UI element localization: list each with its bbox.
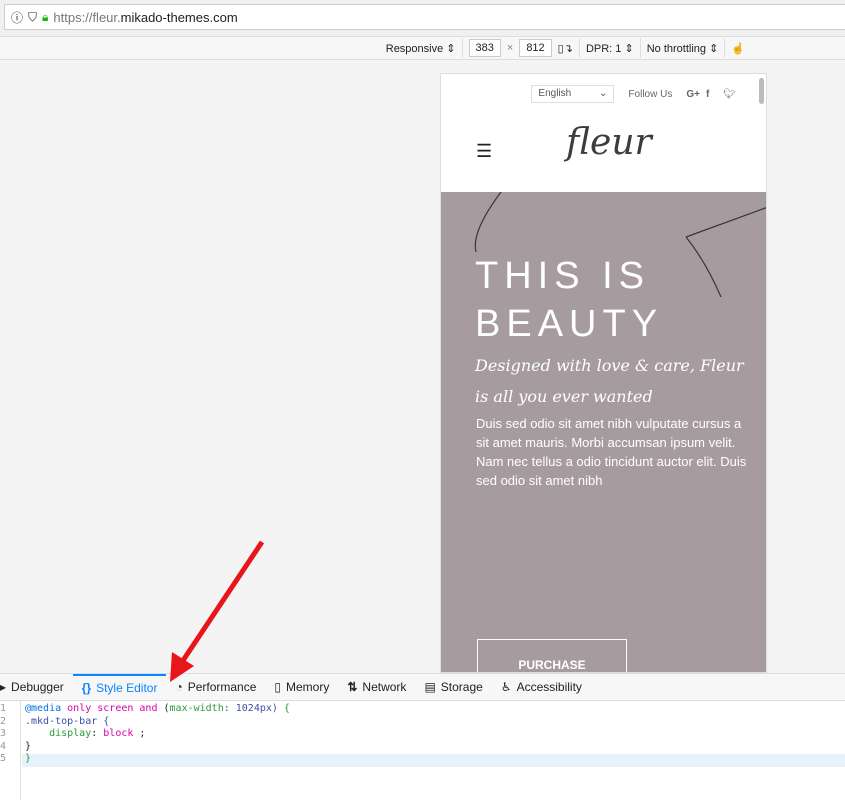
dpr-select[interactable]: DPR: 1 ⇕ xyxy=(586,42,634,55)
device-select[interactable]: Responsive ⇕ xyxy=(386,42,456,55)
site-header: ☰ fleur xyxy=(441,114,766,192)
top-bar: English ⌄ Follow Us G+ f 🐦︎ xyxy=(441,74,766,114)
width-input[interactable]: 383 xyxy=(468,39,501,57)
line-number: 5 xyxy=(0,753,7,765)
follow-us-label: Follow Us xyxy=(628,88,673,100)
hero-subtitle: Designed with love & care, Fleur is all … xyxy=(475,356,744,406)
chip-icon: ▯ xyxy=(274,680,282,694)
rotate-icon[interactable]: ▯↴ xyxy=(558,42,573,55)
url-text[interactable]: https://fleur.mikado-themes.com xyxy=(53,10,237,25)
accessibility-icon: ♿︎ xyxy=(500,680,512,694)
hero-title: THIS IS BEAUTY xyxy=(475,255,664,345)
gauge-icon: ◔ xyxy=(175,680,183,694)
tab-debugger[interactable]: ▸ Debugger xyxy=(0,674,73,701)
css-source[interactable]: @media only screen and (max-width: 1024p… xyxy=(25,703,290,766)
devtools-tabs: ▸ Debugger {} Style Editor ◔ Performance ▯ M… xyxy=(0,673,845,701)
storage-icon: ▤ xyxy=(424,680,436,694)
dimension-separator: × xyxy=(506,42,514,54)
line-number: 4 xyxy=(0,740,7,752)
info-icon[interactable]: ⓘ xyxy=(11,9,23,26)
twitter-icon[interactable]: 🐦︎ xyxy=(723,89,736,100)
facebook-icon[interactable]: f xyxy=(706,89,709,100)
tab-accessibility[interactable]: ♿︎ Accessibility xyxy=(492,674,591,701)
arrows-up-down-icon: ⇅ xyxy=(347,680,358,694)
line-number: 2 xyxy=(0,715,7,727)
responsive-toolbar: Responsive ⇕ 383 × 812 ▯↴ DPR: 1 ⇕ No th… xyxy=(0,36,845,60)
tab-network[interactable]: ⇅ Network xyxy=(338,674,415,701)
height-input[interactable]: 812 xyxy=(519,39,552,57)
line-number: 3 xyxy=(0,728,7,740)
debugger-icon: ▸ xyxy=(0,680,7,694)
language-select[interactable]: English ⌄ xyxy=(531,85,615,103)
code-editor[interactable]: 1 2 3 4 5 @media only screen and (max-wi… xyxy=(0,701,845,800)
hamburger-menu-icon[interactable]: ☰ xyxy=(476,141,492,162)
google-plus-icon[interactable]: G+ xyxy=(686,89,700,100)
braces-icon: {} xyxy=(81,681,92,695)
throttling-select[interactable]: No throttling ⇕ xyxy=(647,42,719,55)
device-viewport: English ⌄ Follow Us G+ f 🐦︎ ☰ fleur THIS … xyxy=(440,73,767,673)
address-field[interactable]: ⓘ ⛉ 🔒︎ https://fleur.mikado-themes.com xyxy=(4,4,845,30)
line-number: 1 xyxy=(0,703,7,714)
tab-style-editor[interactable]: {} Style Editor xyxy=(72,673,167,701)
hero-text: Duis sed odio sit amet nibh vulputate cu… xyxy=(476,416,747,488)
url-bar: ⓘ ⛉ 🔒︎ https://fleur.mikado-themes.com xyxy=(0,0,845,36)
shield-icon[interactable]: ⛉ xyxy=(28,10,37,25)
touch-icon[interactable]: ☝ xyxy=(731,42,745,55)
line-gutter: 1 2 3 4 5 xyxy=(0,701,21,800)
tab-performance[interactable]: ◔ Performance xyxy=(166,674,265,701)
scrollbar[interactable] xyxy=(759,78,764,104)
tab-storage[interactable]: ▤ Storage xyxy=(415,674,491,701)
lock-icon: 🔒︎ xyxy=(42,9,49,24)
tab-memory[interactable]: ▯ Memory xyxy=(265,674,338,701)
logo[interactable]: fleur xyxy=(566,122,652,163)
purchase-button[interactable]: PURCHASE xyxy=(477,639,627,672)
chevron-down-icon: ⌄ xyxy=(599,88,608,99)
